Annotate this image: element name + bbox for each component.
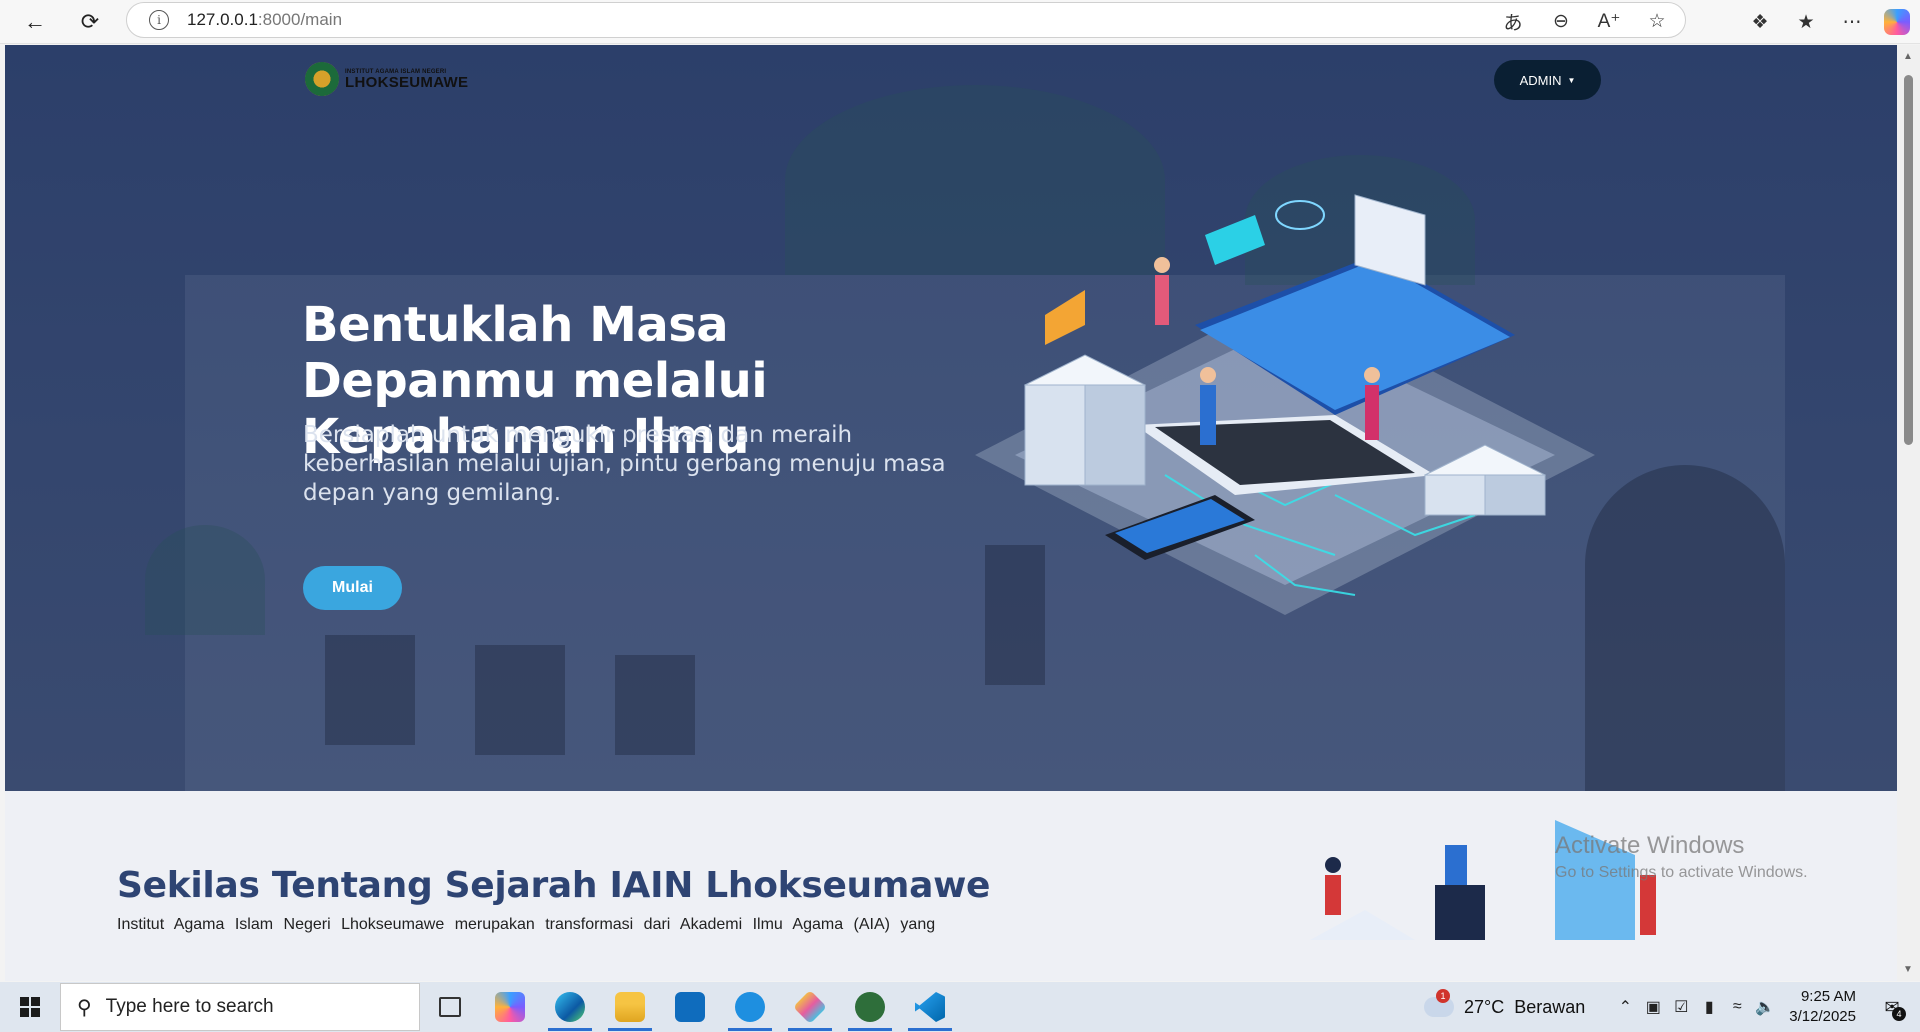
volume-icon[interactable]: 🔈 (1751, 993, 1779, 1021)
admin-dropdown-button[interactable]: ADMIN ▼ (1494, 60, 1601, 100)
caret-down-icon: ▼ (1567, 75, 1576, 85)
notification-badge: 4 (1892, 1007, 1906, 1021)
security-icon[interactable]: ☑ (1667, 993, 1695, 1021)
read-aloud-icon[interactable]: A⁺ (1595, 7, 1623, 35)
scroll-up-icon[interactable]: ▲ (1903, 51, 1913, 62)
page-viewport: INSTITUT AGAMA ISLAM NEGERI LHOKSEUMAWE … (5, 45, 1897, 981)
task-view-icon[interactable] (420, 982, 480, 1032)
hero-subline: Bersiaplah untuk mengukir prestasi dan m… (303, 422, 946, 506)
search-icon: ⚲ (77, 996, 92, 1019)
taskbar-search[interactable]: ⚲ Type here to search (60, 983, 420, 1031)
weather-widget[interactable]: 1 27°C Berawan (1424, 989, 1586, 1018)
reload-icon[interactable]: ⟳ (70, 4, 110, 40)
weather-desc: Berawan (1514, 996, 1586, 1017)
meet-icon[interactable]: ▣ (1639, 993, 1667, 1021)
start-button[interactable] (0, 982, 60, 1032)
app-blue-icon[interactable] (720, 982, 780, 1032)
scrollbar-thumb[interactable] (1904, 75, 1913, 445)
about-text: Institut Agama Islam Negeri Lhokseumawe … (117, 916, 936, 933)
zoom-out-icon[interactable]: ⊖ (1547, 7, 1575, 35)
url-path: :8000/main (257, 10, 343, 29)
url-host: 127.0.0.1 (187, 10, 258, 29)
back-icon[interactable]: ← (15, 4, 55, 40)
copilot-app-icon[interactable] (480, 982, 540, 1032)
favorites-icon[interactable]: ★ (1792, 8, 1820, 36)
weather-temp: 27°C (1464, 996, 1505, 1017)
admin-label: ADMIN (1519, 72, 1562, 88)
clock-time: 9:25 AM (1800, 988, 1856, 1005)
mulai-button[interactable]: Mulai (303, 566, 402, 610)
system-tray: 1 27°C Berawan ⌃ ▣ ☑ ▮ ≈ 🔈 9:25 AM 3/12/… (1424, 982, 1920, 1032)
more-icon[interactable]: ⋯ (1838, 8, 1866, 36)
logo-big-text: LHOKSEUMAWE (345, 73, 469, 91)
search-placeholder: Type here to search (105, 996, 274, 1017)
background-arch (1585, 465, 1785, 791)
cloud-icon: 1 (1424, 989, 1454, 1017)
logo-emblem-icon (305, 62, 339, 96)
windows-logo-icon (20, 997, 40, 1017)
hero-illustration (975, 194, 1595, 615)
watermark-line2: Go to Settings to activate Windows. (1555, 864, 1808, 881)
windows-taskbar: ⚲ Type here to search 1 27°C Berawan ⌃ ▣… (0, 982, 1920, 1032)
address-bar[interactable]: i 127.0.0.1:8000/main あ ⊖ A⁺ ☆ (126, 2, 1686, 38)
background-window (615, 655, 695, 755)
background-window (475, 645, 565, 755)
copilot-icon[interactable] (1884, 9, 1910, 35)
favorite-star-icon[interactable]: ☆ (1643, 7, 1671, 35)
app-hs-icon[interactable] (840, 982, 900, 1032)
site-logo[interactable]: INSTITUT AGAMA ISLAM NEGERI LHOKSEUMAWE (305, 62, 468, 96)
translate-icon[interactable]: あ (1499, 7, 1527, 35)
notification-icon[interactable]: ✉ 4 (1872, 987, 1912, 1027)
clock-date: 3/12/2025 (1789, 1008, 1856, 1025)
url-text[interactable]: 127.0.0.1:8000/main (187, 10, 342, 30)
watermark-line1: Activate Windows (1555, 832, 1745, 859)
activate-windows-watermark: Activate Windows Go to Settings to activ… (1555, 832, 1808, 882)
battery-icon[interactable]: ▮ (1695, 993, 1723, 1021)
weather-alert-badge: 1 (1436, 989, 1450, 1003)
scroll-down-icon[interactable]: ▼ (1903, 964, 1913, 975)
app-diamond-icon[interactable] (780, 982, 840, 1032)
hero-section: INSTITUT AGAMA ISLAM NEGERI LHOKSEUMAWE … (5, 45, 1897, 791)
background-window (325, 635, 415, 745)
page-scrollbar[interactable]: ▲ ▼ (1897, 45, 1920, 981)
info-icon[interactable]: i (149, 10, 169, 30)
extensions-icon[interactable]: ❖ (1746, 8, 1774, 36)
outlook-icon[interactable] (660, 982, 720, 1032)
clock[interactable]: 9:25 AM 3/12/2025 (1789, 987, 1856, 1027)
browser-toolbar: ← ⟳ i 127.0.0.1:8000/main あ ⊖ A⁺ ☆ ❖ ★ ⋯ (0, 0, 1920, 44)
edge-icon[interactable] (540, 982, 600, 1032)
wifi-icon[interactable]: ≈ (1723, 993, 1751, 1021)
vscode-icon[interactable] (900, 982, 960, 1032)
chevron-up-icon[interactable]: ⌃ (1611, 993, 1639, 1021)
file-explorer-icon[interactable] (600, 982, 660, 1032)
about-title: Sekilas Tentang Sejarah IAIN Lhokseumawe (117, 865, 991, 906)
background-dome (145, 525, 265, 635)
